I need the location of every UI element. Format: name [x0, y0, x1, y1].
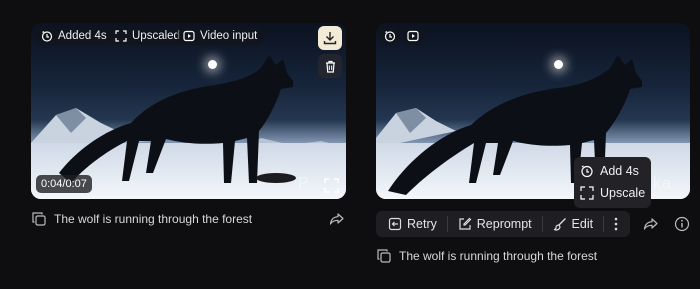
prompt-caption-right: The wolf is running through the forest — [377, 249, 597, 263]
edit-label: Edit — [571, 217, 594, 231]
upscale-menu-item[interactable]: Upscale — [580, 182, 645, 204]
retry-label: Retry — [407, 217, 437, 231]
retry-button[interactable]: Retry — [382, 212, 443, 236]
prompt-text: The wolf is running through the forest — [399, 249, 598, 263]
more-vertical-icon — [614, 217, 618, 231]
retry-icon — [388, 217, 402, 231]
reprompt-button[interactable]: Reprompt — [452, 212, 538, 236]
upscaled-chip: Upscaled — [109, 27, 186, 45]
add-4s-menu-item[interactable]: Add 4s — [580, 160, 645, 182]
upscaled-label: Upscaled — [132, 30, 180, 42]
share-icon[interactable] — [643, 216, 659, 232]
download-button[interactable] — [318, 26, 342, 50]
copy-icon[interactable] — [377, 249, 391, 263]
edit-button[interactable]: Edit — [547, 212, 600, 236]
reprompt-label: Reprompt — [476, 217, 532, 231]
watermark: ka — [653, 175, 672, 192]
timer-plus-icon — [41, 30, 53, 42]
extend-menu: Add 4s Upscale — [574, 157, 651, 208]
video-icon — [407, 30, 419, 42]
video-icon — [183, 30, 195, 42]
upscale-label: Upscale — [600, 186, 646, 200]
edit-square-icon — [458, 217, 472, 231]
video-input-chip — [403, 27, 423, 45]
video-input-label: Video input — [200, 30, 258, 42]
timer-plus-icon — [384, 30, 396, 42]
delete-button[interactable] — [318, 54, 342, 78]
brush-icon — [553, 217, 567, 231]
added-duration-chip: Added 4s — [35, 27, 113, 45]
info-icon[interactable] — [674, 216, 690, 232]
video-input-chip: Video input — [177, 27, 264, 45]
toolbar-divider — [541, 216, 543, 232]
watermark: P — [298, 175, 310, 192]
action-toolbar: Retry Reprompt Edit — [376, 211, 630, 237]
video-time-badge: 0:04/0:07 — [36, 175, 92, 193]
video-card-left[interactable]: Added 4s Upscaled Video input 0:04/0:07 … — [31, 23, 346, 199]
expand-icon — [580, 186, 594, 200]
added-duration-chip — [380, 27, 400, 45]
timer-plus-icon — [580, 164, 594, 178]
toolbar-divider — [446, 216, 448, 232]
trash-icon — [324, 60, 337, 73]
add-4s-label: Add 4s — [600, 164, 639, 178]
more-options-button[interactable] — [608, 212, 624, 236]
fullscreen-icon — [323, 177, 339, 193]
prompt-caption-left: The wolf is running through the forest — [32, 212, 252, 226]
fullscreen-button[interactable] — [319, 173, 343, 197]
toolbar-divider — [603, 216, 604, 232]
wolf-silhouette — [59, 55, 296, 183]
added-duration-label: Added 4s — [58, 30, 107, 42]
prompt-text: The wolf is running through the forest — [54, 212, 253, 226]
share-icon[interactable] — [329, 211, 345, 227]
download-icon — [323, 31, 337, 45]
copy-icon[interactable] — [32, 212, 46, 226]
expand-icon — [115, 30, 127, 42]
video-thumbnail[interactable] — [31, 23, 346, 199]
